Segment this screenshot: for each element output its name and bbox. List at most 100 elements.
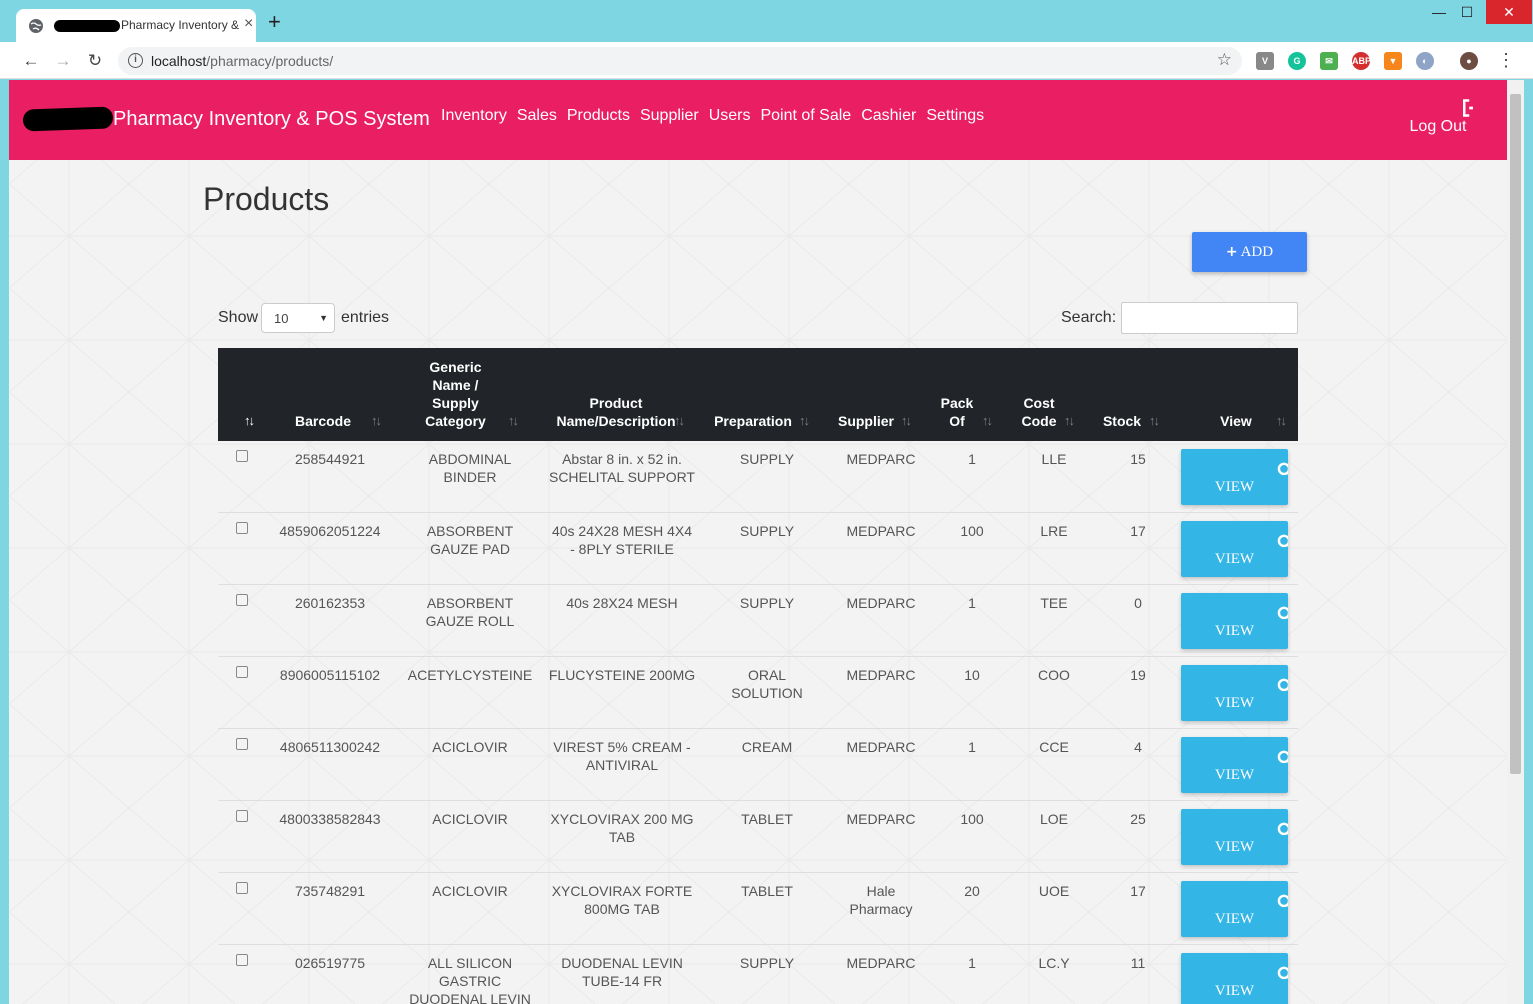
url-text[interactable]: localhost/pharmacy/products/: [151, 53, 333, 69]
row-select-checkbox[interactable]: [236, 522, 248, 534]
header-preparation[interactable]: Preparation: [708, 412, 798, 430]
row-select-checkbox[interactable]: [236, 882, 248, 894]
reload-icon[interactable]: ↻: [84, 50, 106, 72]
header-pack-of[interactable]: Pack Of: [936, 394, 978, 430]
page-length-select[interactable]: 10 ▼: [261, 303, 335, 333]
sort-icon[interactable]: ↑↓: [1149, 412, 1160, 430]
header-view[interactable]: View: [1210, 412, 1262, 430]
logout-link[interactable]: Log Out: [1403, 98, 1473, 136]
cell-product-name: DUODENAL LEVIN TUBE-14 FR: [534, 954, 710, 990]
add-product-button[interactable]: + ADD: [1192, 232, 1307, 272]
maximize-button[interactable]: ☐: [1450, 0, 1484, 24]
header-line: Pack: [940, 395, 974, 411]
back-icon[interactable]: ←: [20, 50, 42, 72]
adblock-icon[interactable]: ABP: [1352, 52, 1371, 70]
extension-mail-icon[interactable]: ✉: [1320, 52, 1338, 70]
sort-icon[interactable]: ↑↓: [508, 412, 519, 430]
sort-icon[interactable]: ↑↓: [901, 412, 912, 430]
cell-generic-name: ABSORBENT GAUZE ROLL: [398, 594, 542, 630]
cell-line: SUPPLY: [739, 595, 795, 611]
cell-preparation: TABLET: [712, 882, 822, 900]
nav-link-settings[interactable]: Settings: [926, 107, 984, 125]
row-select-checkbox[interactable]: [236, 450, 248, 462]
sort-icon[interactable]: ↑↓: [799, 412, 810, 430]
page-viewport: Pharmacy Inventory & POS System Inventor…: [9, 80, 1507, 1004]
cell-stock: 25: [1130, 811, 1146, 827]
cell-cost-code: LLE: [1041, 451, 1067, 467]
nav-link-point-of-sale[interactable]: Point of Sale: [760, 107, 851, 125]
cell-line: Abstar 8 in. x 52 in.: [562, 451, 682, 467]
cell-line: BINDER: [443, 469, 497, 485]
add-button-label: ADD: [1240, 244, 1274, 260]
scrollbar-thumb[interactable]: [1510, 94, 1521, 774]
sort-icon[interactable]: ↑↓: [371, 412, 382, 430]
nav-link-supplier[interactable]: Supplier: [640, 107, 699, 125]
cell-product-name: Abstar 8 in. x 52 in. SCHELITAL SUPPORT: [534, 450, 710, 486]
cell-pack-of: 100: [960, 811, 984, 827]
cell-line: DUODENAL LEVIN: [409, 991, 531, 1004]
row-select-checkbox[interactable]: [236, 738, 248, 750]
view-button[interactable]: VIEW: [1181, 953, 1288, 1004]
nav-link-products[interactable]: Products: [567, 107, 630, 125]
grammarly-icon[interactable]: G: [1288, 52, 1306, 70]
cell-barcode: 8906005115102: [279, 667, 381, 683]
sort-icon[interactable]: ↑↓: [982, 412, 993, 430]
view-button[interactable]: VIEW: [1181, 809, 1288, 865]
table-row: 735748291 ACICLOVIR XYCLOVIRAX FORTE 800MG …: [218, 873, 1298, 945]
header-cost-code[interactable]: Cost Code: [1018, 394, 1060, 430]
close-tab-icon[interactable]: ×: [244, 15, 253, 33]
row-select-checkbox[interactable]: [236, 666, 248, 678]
view-button[interactable]: VIEW: [1181, 737, 1288, 793]
table-header: ↑↓ Barcode ↑↓ Generic Name / Supply Cate…: [218, 348, 1298, 441]
sort-icon[interactable]: ↑↓: [244, 412, 255, 430]
nav-link-cashier[interactable]: Cashier: [861, 107, 916, 125]
nav-link-sales[interactable]: Sales: [517, 107, 557, 125]
search-icon: [1277, 534, 1288, 548]
header-product-name[interactable]: Product Name/Description: [540, 394, 692, 430]
header-generic-name[interactable]: Generic Name / Supply Category: [408, 358, 503, 430]
cell-pack-of: 1: [968, 451, 976, 467]
extension-v-icon[interactable]: V: [1256, 52, 1274, 70]
view-button[interactable]: VIEW: [1181, 881, 1288, 937]
cell-line: MEDPARC: [846, 595, 916, 611]
browser-tab[interactable]: Pharmacy Inventory & POS System ×: [16, 9, 256, 42]
view-button-label: VIEW: [1214, 695, 1255, 711]
browser-menu-icon[interactable]: ⋮: [1497, 50, 1515, 70]
bookmark-star-icon[interactable]: ☆: [1217, 50, 1232, 70]
sort-icon[interactable]: ↑↓: [1064, 412, 1075, 430]
forward-icon[interactable]: →: [52, 50, 74, 72]
view-button[interactable]: VIEW: [1181, 593, 1288, 649]
address-bar[interactable]: i localhost/pharmacy/products/ ☆: [118, 47, 1242, 75]
cell-line: TABLET: [741, 811, 793, 827]
view-button[interactable]: VIEW: [1181, 521, 1288, 577]
view-button[interactable]: VIEW: [1181, 449, 1288, 505]
extension-shield-icon[interactable]: ◐: [1416, 52, 1434, 70]
cell-pack-of: 1: [968, 955, 976, 971]
sort-icon[interactable]: ↑↓: [1276, 412, 1287, 430]
view-button[interactable]: VIEW: [1181, 665, 1288, 721]
table-row: 4800338582843 ACICLOVIR XYCLOVIRAX 200 MG T…: [218, 801, 1298, 873]
cell-line: - 8PLY STERILE: [570, 541, 674, 557]
window-close-button[interactable]: ✕: [1486, 0, 1532, 24]
row-select-checkbox[interactable]: [236, 594, 248, 606]
metamask-fox-icon[interactable]: ▼: [1384, 52, 1402, 70]
nav-link-users[interactable]: Users: [709, 107, 751, 125]
cell-supplier: MEDPARC: [830, 666, 932, 684]
cell-product-name: FLUCYSTEINE 200MG: [534, 666, 710, 684]
profile-avatar-icon[interactable]: ●: [1460, 52, 1478, 70]
info-icon[interactable]: i: [128, 53, 143, 68]
row-select-checkbox[interactable]: [236, 810, 248, 822]
header-supplier[interactable]: Supplier: [832, 412, 900, 430]
search-input[interactable]: [1121, 302, 1298, 334]
cell-line: MEDPARC: [846, 523, 916, 539]
new-tab-button[interactable]: +: [268, 11, 281, 33]
top-navbar: Pharmacy Inventory & POS System Inventor…: [9, 80, 1507, 160]
sort-icon[interactable]: ↑↓: [674, 412, 685, 430]
header-stock[interactable]: Stock: [1100, 412, 1144, 430]
row-select-checkbox[interactable]: [236, 954, 248, 966]
page-scrollbar[interactable]: [1507, 80, 1524, 1004]
nav-link-inventory[interactable]: Inventory: [441, 107, 507, 125]
brand-title[interactable]: Pharmacy Inventory & POS System: [113, 108, 430, 131]
cell-line: SOLUTION: [731, 685, 803, 701]
header-barcode[interactable]: Barcode: [284, 412, 362, 430]
